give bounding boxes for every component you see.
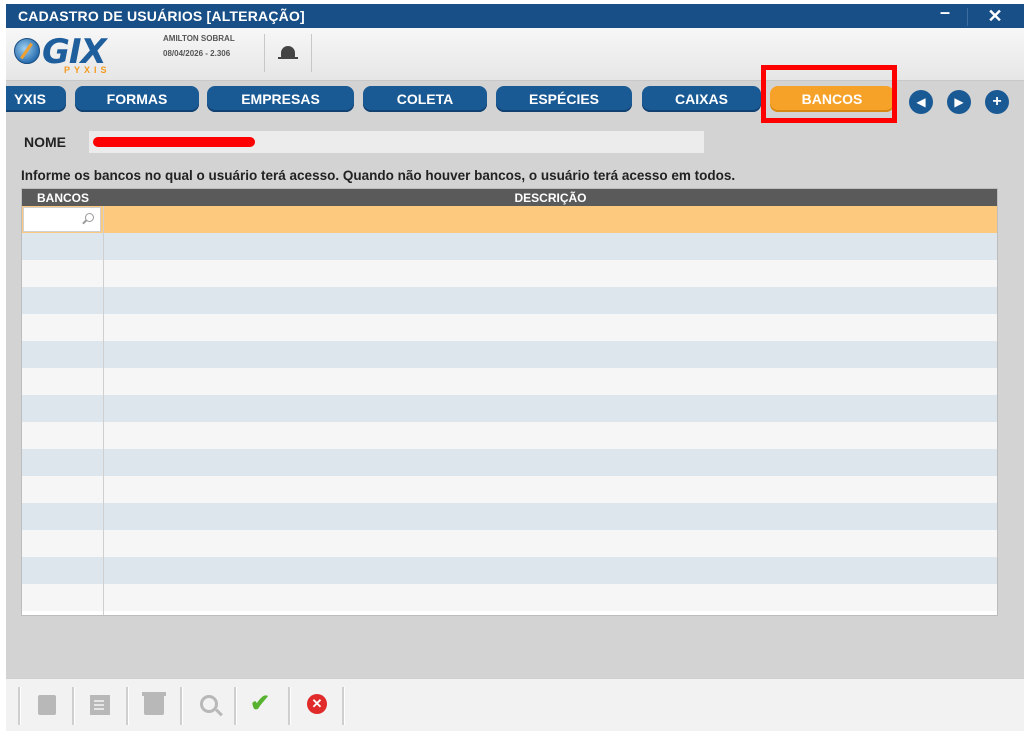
tab-prev-icon[interactable]: ◀	[909, 90, 933, 114]
tab-pyxis[interactable]: YXIS	[6, 86, 66, 112]
tab-especies[interactable]: ESPÉCIES	[496, 86, 632, 112]
notifications-button[interactable]	[264, 34, 312, 72]
delete-button[interactable]	[128, 687, 180, 727]
tab-caixas[interactable]: CAIXAS	[642, 86, 761, 112]
table-row[interactable]	[22, 503, 997, 530]
logo-subtext: PYXIS	[64, 65, 111, 75]
trash-icon	[142, 692, 166, 715]
tab-bar: YXIS FORMAS EMPRESAS COLETA ESPÉCIES CAI…	[6, 82, 1024, 118]
add-tab-icon[interactable]: +	[985, 90, 1009, 114]
table-row[interactable]	[22, 422, 997, 449]
redaction-mark	[93, 137, 255, 147]
compass-icon	[14, 38, 40, 64]
table-row[interactable]	[22, 341, 997, 368]
check-icon: ✔	[250, 690, 271, 717]
cancel-icon: ✕	[307, 694, 327, 714]
bancos-search-input[interactable]	[23, 207, 101, 232]
dialog-window: CADASTRO DE USUÁRIOS [ALTERAÇÃO] – ✕ GIX…	[6, 4, 1024, 731]
bancos-grid: BANCOS DESCRIÇÃO	[21, 188, 998, 616]
user-name: AMILTON SOBRAL	[163, 34, 235, 43]
bottom-toolbar: ✔ ✕	[6, 678, 1024, 731]
title-separator	[967, 8, 968, 26]
table-row[interactable]	[22, 557, 997, 584]
search-icon	[85, 213, 94, 222]
note-icon	[38, 695, 56, 715]
column-header-bancos[interactable]: BANCOS	[22, 191, 104, 205]
toolbar-separator	[342, 687, 345, 725]
confirm-button[interactable]: ✔	[236, 687, 288, 727]
date-version: 08/04/2026 - 2.306	[163, 49, 231, 58]
table-row[interactable]	[22, 395, 997, 422]
gix-logo: GIX PYXIS	[12, 32, 132, 76]
title-bar: CADASTRO DE USUÁRIOS [ALTERAÇÃO] – ✕	[6, 4, 1024, 28]
column-header-descricao[interactable]: DESCRIÇÃO	[104, 191, 997, 205]
edit-icon	[90, 695, 110, 715]
column-divider	[103, 206, 104, 615]
table-row[interactable]	[22, 530, 997, 557]
search-button[interactable]	[182, 687, 234, 727]
table-row[interactable]	[22, 233, 997, 260]
app-header: GIX PYXIS AMILTON SOBRAL 08/04/2026 - 2.…	[6, 28, 1024, 81]
table-row[interactable]	[22, 449, 997, 476]
minimize-button[interactable]: –	[924, 4, 966, 28]
tab-next-icon[interactable]: ▶	[947, 90, 971, 114]
cancel-button[interactable]: ✕	[290, 687, 342, 727]
bell-icon	[278, 46, 298, 59]
nome-label: NOME	[24, 134, 66, 150]
tab-bancos[interactable]: BANCOS	[770, 86, 894, 112]
search-icon	[200, 695, 218, 713]
tab-formas[interactable]: FORMAS	[75, 86, 199, 112]
table-row[interactable]	[22, 314, 997, 341]
table-row[interactable]	[22, 287, 997, 314]
nome-field[interactable]	[89, 131, 704, 153]
tab-empresas[interactable]: EMPRESAS	[207, 86, 354, 112]
edit-button[interactable]	[74, 687, 126, 727]
table-row[interactable]	[22, 368, 997, 395]
window-title: CADASTRO DE USUÁRIOS [ALTERAÇÃO]	[18, 8, 305, 24]
table-row[interactable]	[22, 476, 997, 503]
new-button[interactable]	[20, 687, 72, 727]
table-row[interactable]	[22, 584, 997, 611]
tab-coleta[interactable]: COLETA	[363, 86, 487, 112]
table-row[interactable]	[22, 260, 997, 287]
grid-header: BANCOS DESCRIÇÃO	[22, 189, 997, 206]
close-button[interactable]: ✕	[974, 4, 1016, 28]
table-row[interactable]	[22, 206, 997, 233]
info-text: Informe os bancos no qual o usuário terá…	[21, 168, 736, 183]
